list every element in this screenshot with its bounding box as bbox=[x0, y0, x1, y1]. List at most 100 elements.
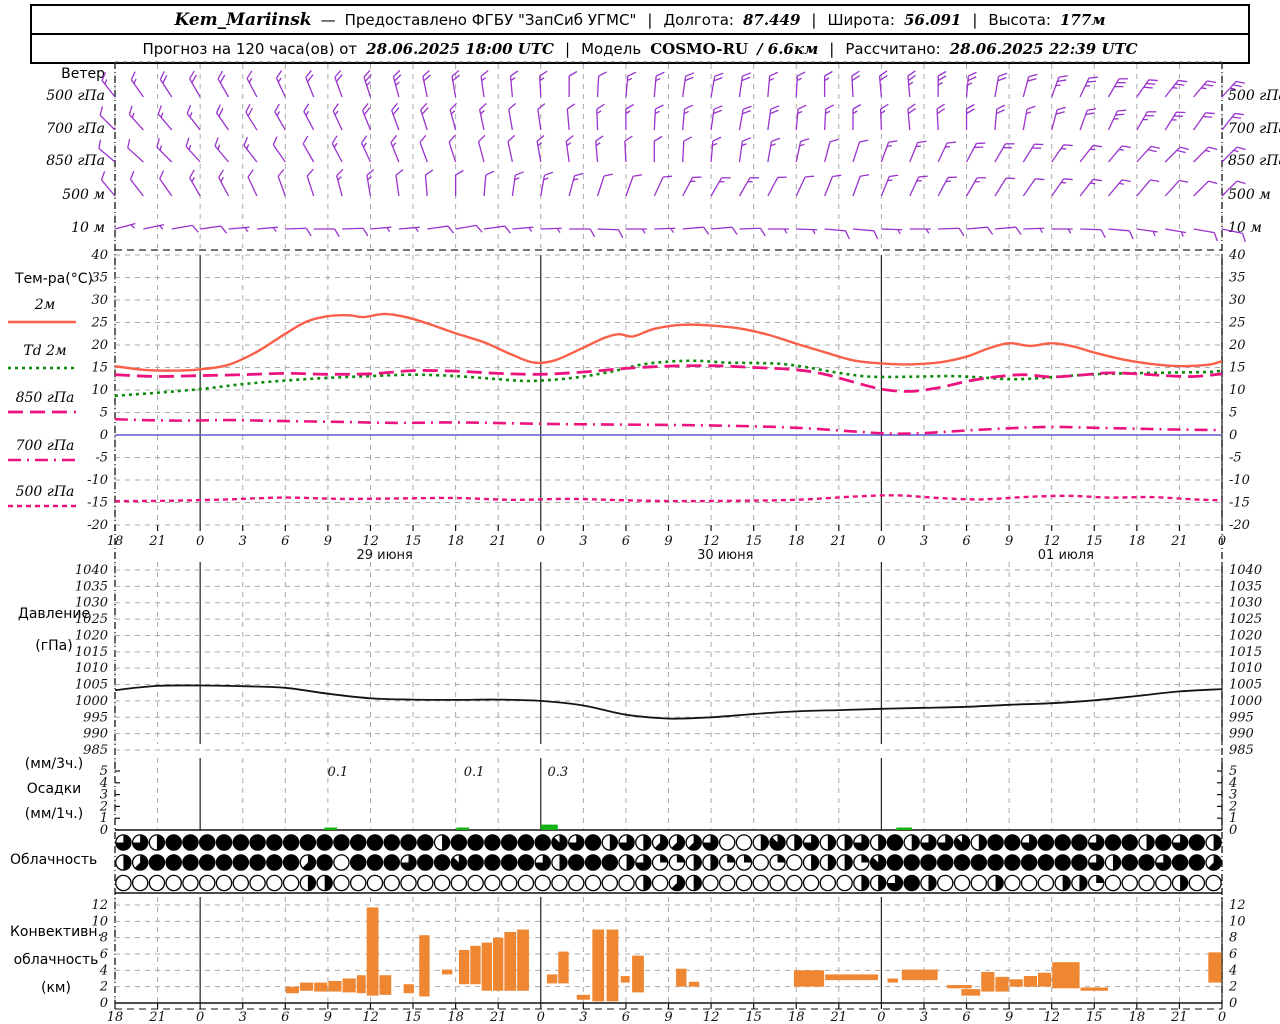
svg-text:6: 6 bbox=[1229, 947, 1237, 962]
svg-text:2: 2 bbox=[99, 980, 108, 995]
svg-text:01 июля: 01 июля bbox=[1038, 548, 1094, 563]
svg-text:6: 6 bbox=[281, 534, 289, 549]
svg-text:15: 15 bbox=[1086, 534, 1103, 549]
svg-text:0: 0 bbox=[877, 1010, 885, 1024]
svg-text:3: 3 bbox=[239, 534, 247, 549]
svg-text:1035: 1035 bbox=[1229, 579, 1262, 594]
svg-text:6: 6 bbox=[962, 534, 970, 549]
svg-text:15: 15 bbox=[405, 1010, 422, 1024]
svg-text:18: 18 bbox=[1129, 534, 1146, 549]
svg-text:1000: 1000 bbox=[1229, 694, 1262, 709]
svg-text:21: 21 bbox=[148, 1010, 166, 1024]
svg-text:0: 0 bbox=[1218, 534, 1226, 549]
svg-text:25: 25 bbox=[90, 316, 108, 331]
svg-text:15: 15 bbox=[405, 534, 422, 549]
svg-text:25: 25 bbox=[1228, 316, 1246, 331]
svg-text:9: 9 bbox=[1005, 1010, 1013, 1024]
svg-text:9: 9 bbox=[664, 1010, 672, 1024]
svg-text:1015: 1015 bbox=[75, 645, 108, 660]
svg-text:0: 0 bbox=[537, 534, 545, 549]
svg-text:4: 4 bbox=[99, 963, 108, 978]
svg-text:12: 12 bbox=[703, 1010, 720, 1024]
svg-text:-10: -10 bbox=[1229, 473, 1250, 488]
svg-text:15: 15 bbox=[745, 534, 762, 549]
svg-text:985: 985 bbox=[83, 743, 108, 758]
svg-text:5: 5 bbox=[100, 406, 108, 421]
svg-text:1025: 1025 bbox=[1229, 612, 1262, 627]
svg-text:12: 12 bbox=[91, 898, 108, 913]
svg-text:990: 990 bbox=[1229, 727, 1254, 742]
svg-text:15: 15 bbox=[91, 361, 108, 376]
svg-text:1040: 1040 bbox=[75, 563, 108, 578]
svg-text:10: 10 bbox=[91, 383, 108, 398]
svg-text:9: 9 bbox=[324, 534, 332, 549]
svg-text:-5: -5 bbox=[1229, 451, 1242, 466]
svg-text:12: 12 bbox=[362, 534, 379, 549]
svg-text:990: 990 bbox=[83, 727, 108, 742]
svg-text:15: 15 bbox=[1086, 1010, 1103, 1024]
svg-text:10: 10 bbox=[1229, 383, 1246, 398]
svg-text:21: 21 bbox=[830, 1010, 848, 1024]
svg-text:9: 9 bbox=[1005, 534, 1013, 549]
svg-text:18: 18 bbox=[447, 1010, 464, 1024]
svg-text:1000: 1000 bbox=[75, 694, 108, 709]
svg-text:30: 30 bbox=[91, 293, 108, 308]
svg-text:21: 21 bbox=[489, 534, 507, 549]
svg-text:30: 30 bbox=[1229, 293, 1246, 308]
svg-text:0: 0 bbox=[100, 428, 108, 443]
svg-text:0: 0 bbox=[537, 1010, 545, 1024]
svg-text:1010: 1010 bbox=[75, 661, 108, 676]
svg-text:0: 0 bbox=[1218, 1010, 1226, 1024]
svg-text:6: 6 bbox=[962, 1010, 970, 1024]
svg-text:12: 12 bbox=[1043, 534, 1060, 549]
svg-text:5: 5 bbox=[1229, 406, 1237, 421]
svg-text:1030: 1030 bbox=[75, 596, 108, 611]
svg-text:8: 8 bbox=[100, 931, 108, 946]
svg-text:3: 3 bbox=[920, 1010, 928, 1024]
svg-text:-5: -5 bbox=[95, 451, 108, 466]
svg-text:30 июня: 30 июня bbox=[697, 548, 753, 563]
svg-text:3: 3 bbox=[579, 1010, 587, 1024]
svg-text:6: 6 bbox=[281, 1010, 289, 1024]
svg-text:1015: 1015 bbox=[1229, 645, 1262, 660]
svg-text:12: 12 bbox=[703, 534, 720, 549]
svg-text:1040: 1040 bbox=[1229, 563, 1262, 578]
svg-text:-15: -15 bbox=[1229, 496, 1250, 511]
svg-text:8: 8 bbox=[1229, 931, 1237, 946]
svg-text:29 июня: 29 июня bbox=[356, 548, 412, 563]
svg-text:21: 21 bbox=[489, 1010, 507, 1024]
svg-text:6: 6 bbox=[622, 534, 630, 549]
svg-text:-20: -20 bbox=[1229, 518, 1250, 533]
svg-text:0: 0 bbox=[196, 534, 204, 549]
svg-text:4: 4 bbox=[1228, 963, 1237, 978]
svg-text:18: 18 bbox=[788, 1010, 805, 1024]
svg-text:21: 21 bbox=[148, 534, 166, 549]
svg-text:10: 10 bbox=[91, 914, 108, 929]
svg-text:20: 20 bbox=[90, 338, 108, 353]
meteogram-screen: Kem_Mariinsk — Предоставлено ФГБУ "ЗапСи… bbox=[0, 0, 1280, 1024]
svg-text:1005: 1005 bbox=[1229, 678, 1262, 693]
svg-text:18: 18 bbox=[107, 1010, 124, 1024]
svg-text:1010: 1010 bbox=[1229, 661, 1262, 676]
svg-text:9: 9 bbox=[664, 534, 672, 549]
svg-text:0.1: 0.1 bbox=[464, 765, 485, 780]
svg-text:0: 0 bbox=[1229, 823, 1237, 838]
svg-text:995: 995 bbox=[83, 710, 108, 725]
svg-text:6: 6 bbox=[622, 1010, 630, 1024]
svg-text:18: 18 bbox=[1129, 1010, 1146, 1024]
svg-text:2: 2 bbox=[1228, 980, 1237, 995]
meteogram-chart: 40 4035 3530 3025 2520 2015 1510 105 50 0-5 -5-10-… bbox=[8, 61, 1262, 1024]
svg-text:18: 18 bbox=[107, 534, 124, 549]
svg-text:985: 985 bbox=[1229, 743, 1254, 758]
svg-text:18: 18 bbox=[788, 534, 805, 549]
svg-text:40: 40 bbox=[1228, 248, 1246, 263]
svg-text:-20: -20 bbox=[87, 518, 108, 533]
svg-text:6: 6 bbox=[100, 947, 108, 962]
svg-text:1020: 1020 bbox=[75, 628, 108, 643]
svg-text:0: 0 bbox=[1229, 996, 1237, 1011]
svg-text:0.3: 0.3 bbox=[547, 765, 568, 780]
svg-text:40: 40 bbox=[90, 248, 108, 263]
svg-text:1030: 1030 bbox=[1229, 596, 1262, 611]
svg-text:3: 3 bbox=[920, 534, 928, 549]
svg-text:35: 35 bbox=[91, 271, 108, 286]
